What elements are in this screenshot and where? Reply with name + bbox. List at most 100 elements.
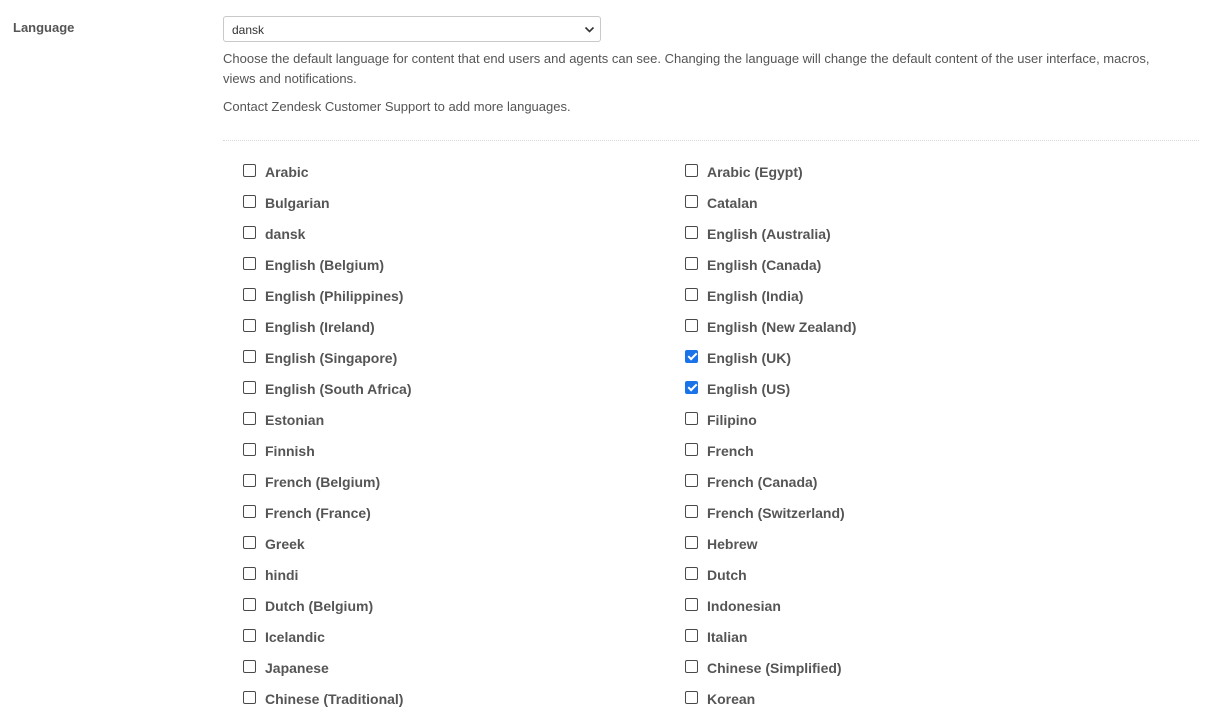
- checkbox[interactable]: [685, 442, 698, 456]
- language-checkbox-item[interactable]: Chinese (Simplified): [685, 656, 1127, 679]
- language-checkbox-item[interactable]: Hebrew: [685, 532, 1127, 555]
- checkbox[interactable]: [243, 380, 256, 394]
- language-label: hindi: [265, 566, 299, 583]
- language-checkbox-item[interactable]: Dutch: [685, 563, 1127, 586]
- language-checkbox-item[interactable]: French: [685, 439, 1127, 462]
- language-checkbox-item[interactable]: English (Ireland): [243, 315, 685, 338]
- language-checkbox-item[interactable]: Catalan: [685, 191, 1127, 214]
- checkbox[interactable]: [243, 504, 256, 518]
- language-label: English (Canada): [707, 256, 822, 273]
- checkbox[interactable]: [243, 659, 256, 673]
- language-label: Dutch (Belgium): [265, 597, 374, 614]
- checkbox[interactable]: [685, 163, 698, 177]
- language-section-label: Language: [13, 20, 75, 35]
- checkbox[interactable]: [243, 318, 256, 332]
- language-label: English (UK): [707, 349, 791, 366]
- language-checkbox-item[interactable]: English (Singapore): [243, 346, 685, 369]
- language-label: English (Australia): [707, 225, 831, 242]
- language-checkbox-item[interactable]: French (France): [243, 501, 685, 524]
- language-checkbox-item[interactable]: English (India): [685, 284, 1127, 307]
- language-checkbox-item[interactable]: Filipino: [685, 408, 1127, 431]
- language-checkbox-item[interactable]: Estonian: [243, 408, 685, 431]
- checkbox[interactable]: [243, 442, 256, 456]
- language-checkbox-item[interactable]: Korean: [685, 687, 1127, 710]
- checkbox[interactable]: [685, 566, 698, 580]
- checkbox[interactable]: [243, 628, 256, 642]
- language-checkbox-item[interactable]: French (Canada): [685, 470, 1127, 493]
- language-label: English (Philippines): [265, 287, 404, 304]
- language-checkbox-item[interactable]: Bulgarian: [243, 191, 685, 214]
- checkbox[interactable]: [243, 690, 256, 704]
- language-checkbox-item[interactable]: English (Canada): [685, 253, 1127, 276]
- language-label: French: [707, 442, 754, 459]
- default-language-select[interactable]: dansk: [223, 16, 601, 42]
- checkbox[interactable]: [243, 411, 256, 425]
- language-label: French (Belgium): [265, 473, 381, 490]
- checkbox[interactable]: [243, 163, 256, 177]
- language-label: Italian: [707, 628, 748, 645]
- language-checkbox-item[interactable]: hindi: [243, 563, 685, 586]
- language-checkbox-item[interactable]: English (UK): [685, 346, 1127, 369]
- language-checkbox-item[interactable]: Dutch (Belgium): [243, 594, 685, 617]
- checkbox[interactable]: [685, 504, 698, 518]
- checkbox[interactable]: [685, 659, 698, 673]
- language-label: Icelandic: [265, 628, 325, 645]
- checkbox[interactable]: [243, 225, 256, 239]
- checkbox[interactable]: [685, 225, 698, 239]
- checkbox[interactable]: [685, 535, 698, 549]
- checkbox-checked[interactable]: [685, 380, 698, 394]
- checkbox[interactable]: [243, 535, 256, 549]
- language-checkbox-item[interactable]: Chinese (Traditional): [243, 687, 685, 710]
- contact-support-hint: Contact Zendesk Customer Support to add …: [223, 99, 571, 114]
- checkbox-checked[interactable]: [685, 349, 698, 363]
- language-checkbox-item[interactable]: Indonesian: [685, 594, 1127, 617]
- checkbox[interactable]: [685, 628, 698, 642]
- chevron-down-icon: [584, 26, 595, 33]
- checkbox[interactable]: [243, 256, 256, 270]
- checkbox[interactable]: [685, 473, 698, 487]
- language-checkbox-item[interactable]: English (Australia): [685, 222, 1127, 245]
- checkbox[interactable]: [243, 287, 256, 301]
- language-label: Arabic (Egypt): [707, 163, 803, 180]
- language-checkbox-item[interactable]: French (Belgium): [243, 470, 685, 493]
- language-label: Bulgarian: [265, 194, 330, 211]
- language-label: Japanese: [265, 659, 329, 676]
- checkbox[interactable]: [685, 287, 698, 301]
- language-label: Estonian: [265, 411, 325, 428]
- checkbox[interactable]: [243, 473, 256, 487]
- language-checkbox-item[interactable]: English (US): [685, 377, 1127, 400]
- language-checkbox-item[interactable]: Italian: [685, 625, 1127, 648]
- language-checkbox-item[interactable]: Arabic: [243, 160, 685, 183]
- checkbox[interactable]: [243, 597, 256, 611]
- language-label: French (Canada): [707, 473, 818, 490]
- language-label: English (Singapore): [265, 349, 398, 366]
- language-label: Chinese (Traditional): [265, 690, 404, 707]
- language-label: English (US): [707, 380, 791, 397]
- checkbox[interactable]: [685, 690, 698, 704]
- checkbox[interactable]: [685, 256, 698, 270]
- language-checkbox-item[interactable]: French (Switzerland): [685, 501, 1127, 524]
- language-checkbox-item[interactable]: English (Philippines): [243, 284, 685, 307]
- language-label: Greek: [265, 535, 305, 552]
- checkbox[interactable]: [685, 194, 698, 208]
- language-checkbox-item[interactable]: English (South Africa): [243, 377, 685, 400]
- language-label: English (New Zealand): [707, 318, 857, 335]
- language-checkbox-item[interactable]: Arabic (Egypt): [685, 160, 1127, 183]
- language-checkbox-item[interactable]: Greek: [243, 532, 685, 555]
- checkbox[interactable]: [685, 597, 698, 611]
- checkbox[interactable]: [243, 566, 256, 580]
- language-label: English (South Africa): [265, 380, 412, 397]
- checkbox[interactable]: [685, 411, 698, 425]
- language-checkbox-item[interactable]: Japanese: [243, 656, 685, 679]
- language-checkbox-item[interactable]: dansk: [243, 222, 685, 245]
- language-checkbox-item[interactable]: Icelandic: [243, 625, 685, 648]
- language-label: Indonesian: [707, 597, 781, 614]
- language-checkbox-item[interactable]: Finnish: [243, 439, 685, 462]
- language-label: Arabic: [265, 163, 309, 180]
- checkbox[interactable]: [243, 194, 256, 208]
- checkbox[interactable]: [243, 349, 256, 363]
- language-checkbox-item[interactable]: English (New Zealand): [685, 315, 1127, 338]
- language-label: Hebrew: [707, 535, 758, 552]
- language-checkbox-item[interactable]: English (Belgium): [243, 253, 685, 276]
- checkbox[interactable]: [685, 318, 698, 332]
